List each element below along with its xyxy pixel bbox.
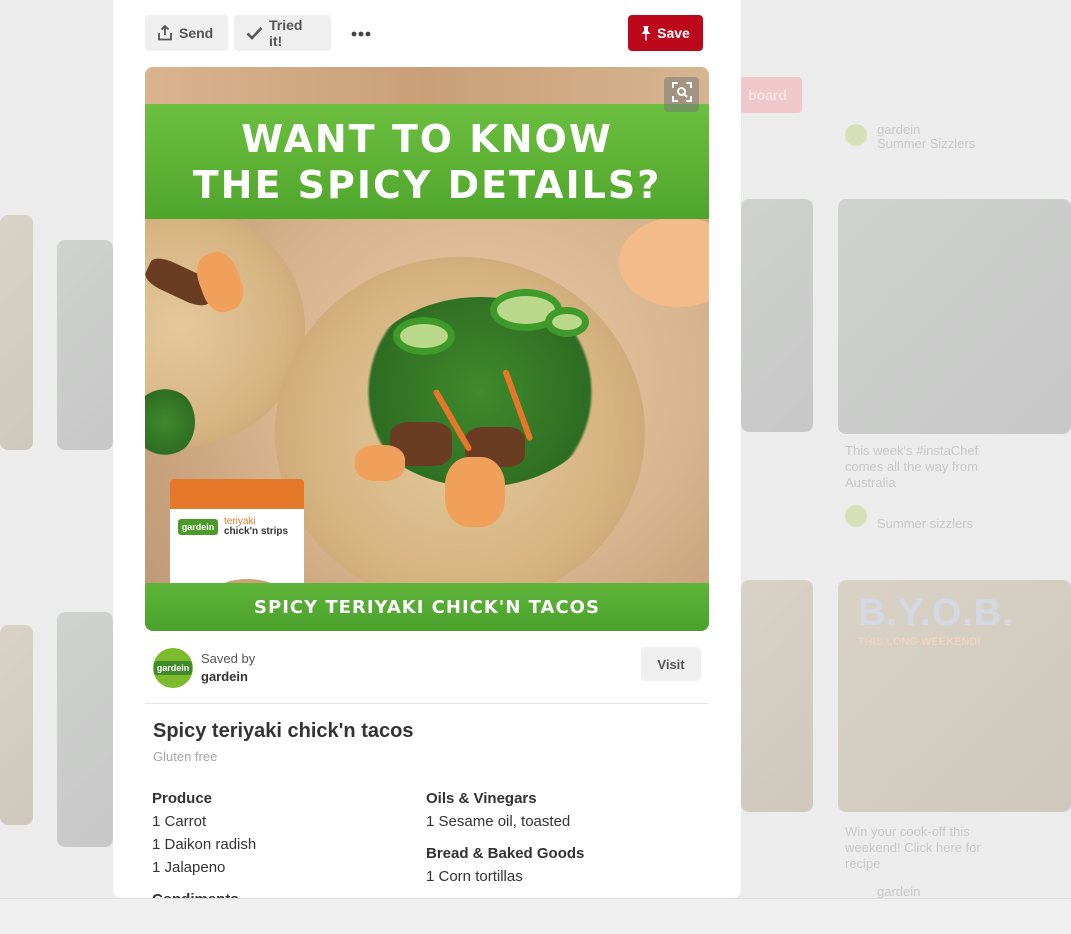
bg-pin-right-1: [838, 199, 1071, 434]
checkmark-icon: [246, 26, 263, 40]
bg-pin-mid-2: [741, 580, 813, 812]
bg-pin-left-2: [57, 240, 113, 450]
footer-banner-text: SPICY TERIYAKI CHICK'N TACOS: [254, 596, 600, 618]
ingredient-item: 1 Corn tortillas: [426, 868, 523, 885]
jalapeno-slice-1: [393, 317, 455, 355]
bg-pin-mid-1: [741, 199, 813, 432]
share-icon: [157, 25, 173, 41]
ingredients-column-right: Oils & Vinegars 1 Sesame oil, toasted Br…: [426, 788, 686, 898]
bg-desc-2: This week's #instaChef comes all the way…: [845, 443, 979, 490]
package-title: chick'n strips: [224, 526, 289, 537]
ingredient-group: Bread & Baked Goods 1 Corn tortillas: [426, 843, 686, 888]
saved-by-label: Saved by: [201, 651, 256, 666]
bottom-bar: [0, 898, 1071, 934]
bg-avatar-1: [845, 124, 867, 146]
bg-desc-3: Win your cook-off this weekend! Click he…: [845, 824, 981, 871]
send-label: Send: [179, 25, 214, 41]
more-icon: [351, 24, 371, 42]
pushpin-icon: [641, 25, 651, 41]
save-label: Save: [657, 25, 690, 41]
ingredient-group: Oils & Vinegars 1 Sesame oil, toasted: [426, 788, 686, 833]
sauce-bowl: [619, 217, 709, 307]
ingredient-item: 1 Jalapeno: [152, 859, 226, 876]
bg-board-1: Summer Sizzlers: [877, 136, 976, 151]
more-options-button[interactable]: [343, 15, 379, 51]
ingredient-group-heading: Produce: [152, 790, 213, 807]
bg-board-2: Summer sizzlers: [877, 516, 974, 531]
save-button[interactable]: Save: [628, 15, 703, 51]
pin-closeup-modal: Send Tried it! Save WANT TO KNOW THE SPI…: [113, 0, 741, 898]
tried-it-button[interactable]: Tried it!: [234, 15, 331, 51]
avatar[interactable]: gardein: [153, 648, 193, 688]
bg-pin-left-1: [0, 215, 33, 450]
visual-search-button[interactable]: [664, 77, 699, 112]
pin-image[interactable]: WANT TO KNOW THE SPICY DETAILS? gardein …: [145, 67, 709, 631]
bg-byob-text: B.Y.O.B.: [858, 592, 1014, 634]
jalapeno-slice-3: [545, 307, 589, 337]
ingredient-item: 1 Sesame oil, toasted: [426, 813, 571, 830]
ingredient-item: 1 Daikon radish: [152, 836, 257, 853]
ingredient-group: Condiments: [152, 889, 412, 898]
footer-banner: SPICY TERIYAKI CHICK'N TACOS: [145, 583, 709, 631]
bg-avatar-2: [845, 505, 867, 527]
ingredient-group-heading: Condiments: [152, 889, 412, 898]
headline-banner: WANT TO KNOW THE SPICY DETAILS?: [145, 104, 709, 219]
bg-pin-left-3: [0, 625, 33, 825]
sauce-drizzle-2: [355, 445, 405, 481]
bg-save-board-button: board: [733, 77, 802, 113]
visual-search-icon: [671, 82, 692, 107]
headline-line-1: WANT TO KNOW: [241, 116, 613, 161]
ingredient-group-heading: Bread & Baked Goods: [426, 845, 585, 862]
headline-line-2: THE SPICY DETAILS?: [192, 162, 662, 207]
send-button[interactable]: Send: [145, 15, 228, 51]
image-top-strip: [145, 67, 709, 104]
ingredient-item: 1 Carrot: [152, 813, 207, 830]
avatar-text: gardein: [153, 661, 193, 675]
bg-pin-left-4: [57, 612, 113, 847]
divider: [145, 703, 709, 704]
visit-button[interactable]: Visit: [641, 647, 701, 681]
bg-byob-sub: THIS LONG WEEKEND!: [858, 636, 981, 648]
recipe-subtitle: Gluten free: [153, 749, 218, 764]
saved-by-row: gardein Saved by gardein Visit: [153, 647, 701, 689]
package-brand-logo: gardein: [178, 519, 218, 535]
saved-by-username[interactable]: gardein: [201, 669, 248, 684]
ingredients-column-left: Produce 1 Carrot 1 Daikon radish 1 Jalap…: [152, 788, 412, 898]
pin-toolbar: Send Tried it! Save: [145, 15, 703, 51]
ingredient-group-heading: Oils & Vinegars: [426, 790, 537, 807]
ingredient-group: Produce 1 Carrot 1 Daikon radish 1 Jalap…: [152, 788, 412, 879]
tried-it-label: Tried it!: [269, 17, 303, 49]
sauce-drizzle-1: [445, 457, 505, 527]
recipe-title: Spicy teriyaki chick'n tacos: [153, 720, 414, 742]
package-product-name: teriyaki chick'n strips: [224, 517, 288, 537]
